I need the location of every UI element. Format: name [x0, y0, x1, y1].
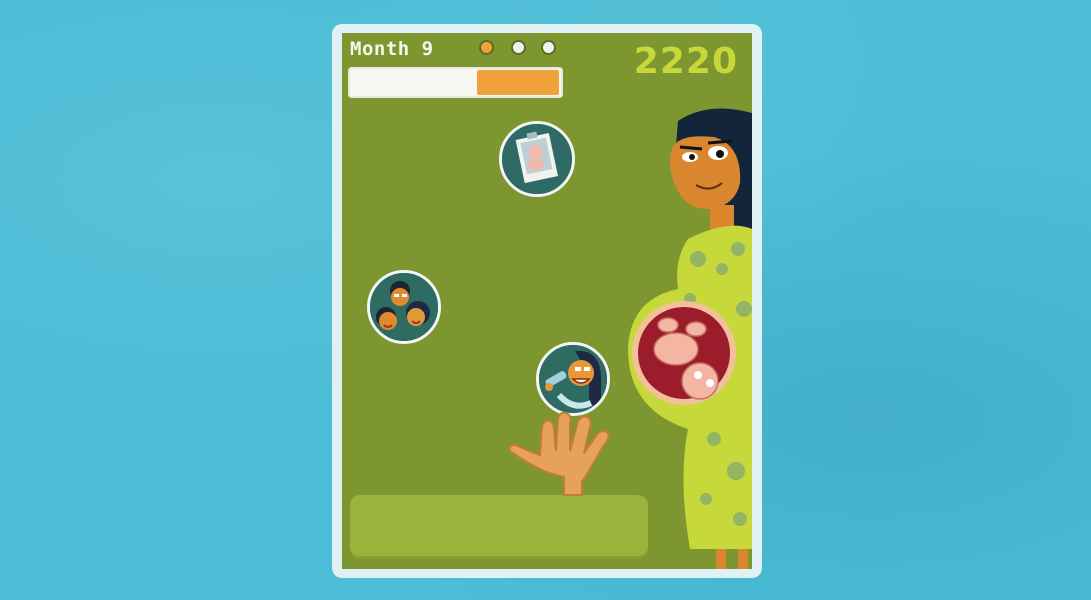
player-hand[interactable] — [506, 411, 624, 501]
life-indicator-2 — [511, 40, 526, 55]
life-indicator-1 — [479, 40, 494, 55]
doctor-icon — [539, 345, 607, 413]
mother-icon — [628, 108, 752, 569]
mother-character — [618, 99, 752, 569]
month-label: Month 9 — [350, 38, 434, 60]
hand-icon — [508, 411, 610, 496]
catch-paddle — [350, 495, 648, 559]
progress-bar — [348, 67, 563, 98]
game-screen[interactable]: Month 9 2220 — [342, 33, 752, 569]
family-icon — [370, 273, 438, 341]
ultrasound-photo-icon — [502, 124, 572, 194]
progress-bar-fill — [477, 70, 559, 95]
ultrasound-photo-bubble[interactable] — [499, 121, 575, 197]
family-bubble[interactable] — [367, 270, 441, 344]
score-display: 2220 — [633, 41, 738, 82]
life-indicator-3 — [541, 40, 556, 55]
doctor-bubble[interactable] — [536, 342, 610, 416]
